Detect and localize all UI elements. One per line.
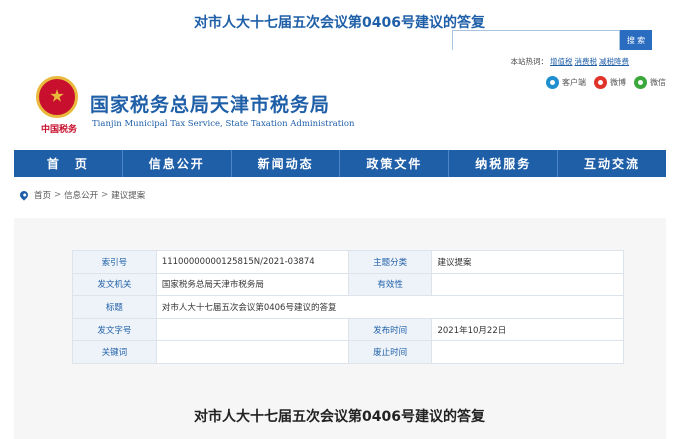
- social-weixin-link[interactable]: 微信: [634, 76, 666, 89]
- meta-label-category: 主题分类: [347, 250, 433, 274]
- breadcrumb-home[interactable]: 首页: [34, 189, 51, 201]
- meta-label-repeal-date: 废止时间: [347, 340, 433, 364]
- content-title: 对市人大十七届五次会议第0406号建议的答复: [194, 409, 485, 425]
- hot-search-label: 本站热词：: [510, 57, 549, 66]
- table-row: 索引号 11100000000125815N/2021-03874 主题分类 建…: [72, 250, 624, 274]
- article-title: 对市人大十七届五次会议第0406号建议的答复: [194, 15, 485, 31]
- meta-label-doc-number: 发文字号: [72, 317, 157, 342]
- emblem-caption: 中国税务: [40, 125, 77, 135]
- location-pin-icon: [18, 189, 30, 201]
- meta-label-issuer: 发文机关: [72, 272, 157, 297]
- meta-label-validity: 有效性: [347, 272, 433, 297]
- hot-term-link[interactable]: 消费税: [575, 57, 598, 66]
- nav-item-info-disclosure[interactable]: 信息公开: [123, 150, 232, 177]
- client-icon: [546, 76, 559, 89]
- site-name[interactable]: 国家税务总局天津市税务局: [90, 90, 330, 117]
- site-header: 中国税务 国家税务总局天津市税务局 Tianjin Municipal Tax …: [14, 70, 666, 148]
- breadcrumb-separator: >: [54, 190, 62, 200]
- social-links: 客户端 微博 微信: [546, 76, 666, 89]
- weixin-icon: [634, 76, 647, 89]
- social-weixin-label: 微信: [650, 78, 666, 87]
- table-row: 发文字号 发布时间 2021年10月22日: [72, 317, 624, 342]
- meta-label-title: 标题: [72, 295, 157, 319]
- nav-item-home[interactable]: 首 页: [14, 150, 123, 177]
- meta-label-publish-date: 发布时间: [347, 317, 433, 342]
- social-weibo-label: 微博: [610, 78, 626, 87]
- table-row: 标题 对市人大十七届五次会议第0406号建议的答复: [72, 295, 625, 319]
- breadcrumb: 首页 > 信息公开 > 建议提案: [14, 184, 666, 206]
- meta-value-publish-date: 2021年10月22日: [431, 317, 624, 342]
- meta-label-keywords: 关键词: [72, 340, 157, 364]
- meta-value-validity: [431, 272, 624, 297]
- hot-term-link[interactable]: 增值税: [550, 57, 573, 66]
- nav-item-tax-service[interactable]: 纳税服务: [449, 150, 559, 177]
- social-client-label: 客户端: [562, 78, 586, 87]
- hot-term-link[interactable]: 减税降费: [599, 57, 629, 66]
- meta-value-keywords: [155, 340, 349, 364]
- search-button[interactable]: 搜 索: [620, 30, 652, 50]
- meta-value-issuer: 国家税务总局天津市税务局: [155, 272, 349, 297]
- breadcrumb-info-disclosure[interactable]: 信息公开: [64, 189, 98, 201]
- site-name-english: Tianjin Municipal Tax Service, State Tax…: [92, 119, 355, 129]
- nav-item-interaction[interactable]: 互动交流: [558, 150, 666, 177]
- search-box: [452, 30, 620, 53]
- document-metadata-table: 索引号 11100000000125815N/2021-03874 主题分类 建…: [72, 250, 625, 364]
- hot-search: 本站热词： 增值税 消费税 减税降费: [511, 56, 630, 67]
- table-row: 关键词 废止时间: [72, 340, 624, 364]
- meta-value-category: 建议提案: [431, 250, 624, 274]
- breadcrumb-current[interactable]: 建议提案: [111, 189, 145, 201]
- nav-item-policy[interactable]: 政策文件: [340, 150, 450, 177]
- weibo-icon: [594, 76, 607, 89]
- meta-value-repeal-date: [431, 340, 624, 364]
- main-nav: 首 页 信息公开 新闻动态 政策文件 纳税服务 互动交流: [14, 150, 666, 177]
- tax-emblem-logo: [36, 76, 78, 118]
- social-client-link[interactable]: 客户端: [546, 76, 586, 89]
- meta-value-doc-number: [155, 317, 349, 342]
- nav-item-news[interactable]: 新闻动态: [232, 150, 341, 177]
- meta-label-index: 索引号: [72, 250, 157, 274]
- search-input[interactable]: [453, 35, 619, 53]
- meta-value-index: 11100000000125815N/2021-03874: [155, 250, 349, 274]
- breadcrumb-separator: >: [101, 190, 109, 200]
- social-weibo-link[interactable]: 微博: [594, 76, 626, 89]
- meta-value-title: 对市人大十七届五次会议第0406号建议的答复: [155, 295, 625, 319]
- table-row: 发文机关 国家税务总局天津市税务局 有效性: [72, 272, 624, 297]
